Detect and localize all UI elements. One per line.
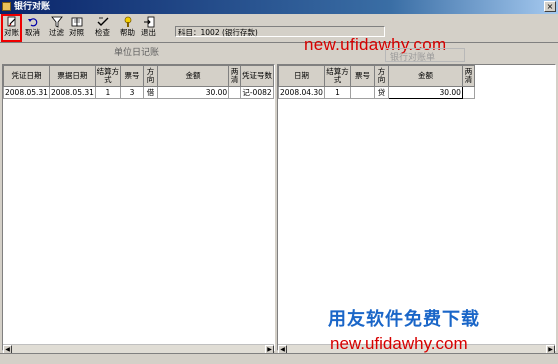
col-amount[interactable]: 金额 [156,65,230,87]
table-row[interactable]: 2008.05.31 2008.05.31 1 3 借 30.00 记-0082 [3,86,274,99]
cell-direction[interactable]: 贷 [373,86,389,99]
left-panel-caption: 单位日记账 [114,48,160,58]
col-voucher-no[interactable]: 凭证号数 [240,65,274,87]
exit-icon [143,16,154,28]
cell-voucher-no[interactable]: 记-0082 [240,86,274,99]
exit-button[interactable]: 退出 [139,15,158,41]
col-ticket-no[interactable]: 票号 [349,65,375,87]
col-bill-date[interactable]: 票据日期 [48,65,96,87]
cell-bill-date[interactable]: 2008.05.31 [48,86,96,99]
cell-direction[interactable]: 借 [143,86,158,99]
compare-label: 对照 [69,28,84,37]
col-settle-method[interactable]: 结算方式 [323,65,351,87]
cell-date[interactable]: 2008.04.30 [278,86,325,99]
cell-cleared[interactable] [228,86,241,99]
cell-voucher-date[interactable]: 2008.05.31 [3,86,50,99]
cell-settle-method[interactable]: 1 [94,86,121,99]
unit-journal-grid[interactable]: 凭证日期 票据日期 结算方式 票号 方向 金额 两清 凭证号数 2008.05.… [2,64,275,351]
cell-settle-method[interactable]: 1 [323,86,351,99]
col-amount[interactable]: 金额 [387,65,463,87]
reconcile-icon [7,16,15,27]
cancel-label: 取消 [25,28,40,37]
status-bar [0,353,558,364]
watermark-url-bottom: new.ufidawhy.com [330,334,468,353]
cell-amount[interactable]: 30.00 [387,86,463,99]
right-panel-caption: 银行对账单 [390,53,436,63]
toolbar: 对账 取消 过滤 对照 检查 帮助 退出 科目：1002 (银行存款) [0,14,558,43]
col-direction[interactable]: 方向 [143,65,158,87]
check-button[interactable]: 检查 [93,15,112,41]
app-icon [2,2,11,11]
compare-icon [71,17,82,27]
col-cleared[interactable]: 两清 [461,65,475,87]
window-title: 银行对账 [14,2,51,12]
exit-label: 退出 [141,28,156,37]
close-button[interactable]: × [544,1,556,12]
col-voucher-date[interactable]: 凭证日期 [3,65,50,87]
cell-cleared[interactable] [461,86,475,99]
right-header-row: 日期 结算方式 票号 方向 金额 两清 [278,65,475,87]
help-icon [124,16,131,27]
title-bar: 银行对账 × [0,0,558,14]
filter-icon [50,16,63,28]
col-ticket-no[interactable]: 票号 [119,65,145,87]
col-cleared[interactable]: 两清 [228,65,241,87]
col-settle-method[interactable]: 结算方式 [94,65,121,87]
col-direction[interactable]: 方向 [373,65,389,87]
cell-ticket-no[interactable]: 3 [119,86,145,99]
compare-button[interactable]: 对照 [67,15,86,41]
cell-ticket-no[interactable] [349,86,375,99]
cell-amount[interactable]: 30.00 [156,86,230,99]
check-label: 检查 [95,28,110,37]
table-row[interactable]: 2008.04.30 1 贷 30.00 [278,86,475,99]
left-header-row: 凭证日期 票据日期 结算方式 票号 方向 金额 两清 凭证号数 [3,65,274,87]
watermark-chinese: 用友软件免费下载 [328,309,480,330]
undo-icon [27,18,37,27]
col-date[interactable]: 日期 [278,65,325,87]
check-icon [97,17,108,26]
right-panel-caption-box: 银行对账单 [385,48,465,63]
cancel-button[interactable]: 取消 [23,15,42,41]
